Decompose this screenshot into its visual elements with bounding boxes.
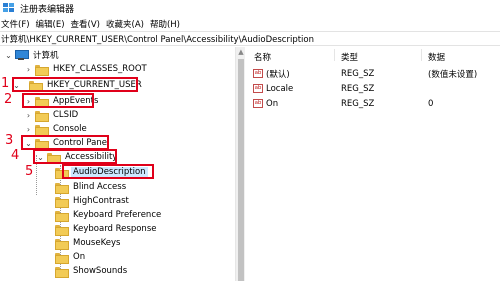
window-title: 注册表编辑器 bbox=[20, 4, 75, 15]
tree-item-computer[interactable]: ⌄ 计算机 bbox=[4, 48, 61, 62]
annotation-box-2 bbox=[22, 93, 94, 108]
menu-view[interactable]: 查看(V) bbox=[70, 18, 102, 30]
table-row[interactable]: ab (默认) REG_SZ (数值未设置) bbox=[253, 67, 493, 80]
scroll-up-icon[interactable]: ▲ bbox=[237, 49, 245, 56]
value-name: On bbox=[266, 98, 279, 109]
tree-label-computer: 计算机 bbox=[33, 51, 59, 61]
tree-item-console[interactable]: › Console bbox=[24, 122, 89, 136]
chevron-right-icon[interactable]: › bbox=[24, 111, 33, 120]
value-type: REG_SZ bbox=[341, 68, 375, 79]
annotation-box-4 bbox=[33, 149, 117, 164]
computer-icon bbox=[15, 50, 29, 60]
annotation-number-4: 4 bbox=[11, 148, 20, 163]
column-header-type[interactable]: 类型 bbox=[341, 51, 358, 63]
folder-icon bbox=[55, 238, 69, 250]
folder-icon bbox=[55, 266, 69, 278]
tree-item-blind-access[interactable]: Blind Access bbox=[55, 180, 128, 194]
tree-item-highcontrast[interactable]: HighContrast bbox=[55, 194, 131, 208]
tree-item-clsid[interactable]: › CLSID bbox=[24, 108, 80, 122]
tree-label-keyboard-response: Keyboard Response bbox=[73, 224, 157, 234]
tree-item-mousekeys[interactable]: MouseKeys bbox=[55, 236, 122, 250]
tree-item-keyboard-response[interactable]: Keyboard Response bbox=[55, 222, 158, 236]
annotation-number-5: 5 bbox=[25, 164, 34, 179]
chevron-down-icon[interactable]: ⌄ bbox=[4, 51, 13, 60]
annotation-box-5 bbox=[62, 164, 154, 179]
menu-favorites[interactable]: 收藏夹(A) bbox=[105, 18, 146, 30]
chevron-right-icon[interactable]: › bbox=[24, 65, 33, 74]
title-bar: 注册表编辑器 bbox=[0, 0, 500, 16]
tree-item-showsounds[interactable]: ShowSounds bbox=[55, 264, 129, 278]
annotation-box-3 bbox=[21, 135, 109, 150]
menu-file[interactable]: 文件(F) bbox=[0, 18, 32, 30]
value-name: Locale bbox=[266, 83, 294, 94]
tree-label-blind-access: Blind Access bbox=[73, 182, 127, 192]
tree-item-keyboard-preference[interactable]: Keyboard Preference bbox=[55, 208, 163, 222]
folder-icon bbox=[55, 252, 69, 264]
tree-label-highcontrast: HighContrast bbox=[73, 196, 129, 206]
tree-label-console: Console bbox=[53, 124, 87, 134]
folder-icon bbox=[55, 196, 69, 208]
column-header-name[interactable]: 名称 bbox=[254, 51, 271, 63]
tree-scrollbar[interactable]: ▲ bbox=[235, 47, 245, 281]
folder-icon bbox=[35, 124, 49, 136]
annotation-number-1: 1 bbox=[1, 76, 10, 91]
tree-label-classes-root: HKEY_CLASSES_ROOT bbox=[53, 64, 147, 74]
value-data: 0 bbox=[428, 98, 434, 109]
table-row[interactable]: ab Locale REG_SZ bbox=[253, 82, 493, 95]
folder-icon bbox=[55, 210, 69, 222]
value-type: REG_SZ bbox=[341, 83, 375, 94]
menu-edit[interactable]: 编辑(E) bbox=[35, 18, 67, 30]
tree-label-on: On bbox=[73, 252, 86, 262]
menu-bar: 文件(F) 编辑(E) 查看(V) 收藏夹(A) 帮助(H) bbox=[0, 16, 500, 31]
table-row[interactable]: ab On REG_SZ 0 bbox=[253, 97, 493, 110]
annotation-number-3: 3 bbox=[5, 133, 14, 148]
annotation-number-2: 2 bbox=[4, 92, 13, 107]
folder-icon bbox=[35, 64, 49, 76]
folder-icon bbox=[55, 224, 69, 236]
address-path: 计算机\HKEY_CURRENT_USER\Control Panel\Acce… bbox=[1, 34, 314, 45]
string-value-icon: ab bbox=[253, 84, 263, 93]
menu-help[interactable]: 帮助(H) bbox=[149, 18, 182, 30]
tree-label-mousekeys: MouseKeys bbox=[73, 238, 121, 248]
chevron-right-icon[interactable]: › bbox=[24, 125, 33, 134]
string-value-icon: ab bbox=[253, 99, 263, 108]
values-panel: 名称 类型 数据 ab (默认) REG_SZ (数值未设置) ab Local… bbox=[246, 47, 500, 281]
folder-icon bbox=[55, 182, 69, 194]
value-data: (数值未设置) bbox=[428, 69, 478, 80]
key-tree: ⌄ 计算机 › HKEY_CLASSES_ROOT ⌄ HKEY_CURRENT… bbox=[0, 47, 235, 281]
annotation-box-1 bbox=[12, 77, 138, 92]
scroll-thumb[interactable] bbox=[238, 59, 244, 281]
folder-icon bbox=[35, 110, 49, 122]
value-name: (默认) bbox=[266, 69, 290, 80]
address-bar[interactable]: 计算机\HKEY_CURRENT_USER\Control Panel\Acce… bbox=[0, 31, 500, 46]
tree-label-keyboard-preference: Keyboard Preference bbox=[73, 210, 162, 220]
tree-label-clsid: CLSID bbox=[53, 110, 79, 120]
column-header-data[interactable]: 数据 bbox=[428, 51, 445, 63]
registry-editor-icon bbox=[3, 3, 15, 13]
tree-item-on[interactable]: On bbox=[55, 250, 87, 264]
value-type: REG_SZ bbox=[341, 98, 375, 109]
tree-item-classes-root[interactable]: › HKEY_CLASSES_ROOT bbox=[24, 62, 149, 76]
string-value-icon: ab bbox=[253, 69, 263, 78]
tree-label-showsounds: ShowSounds bbox=[73, 266, 128, 276]
